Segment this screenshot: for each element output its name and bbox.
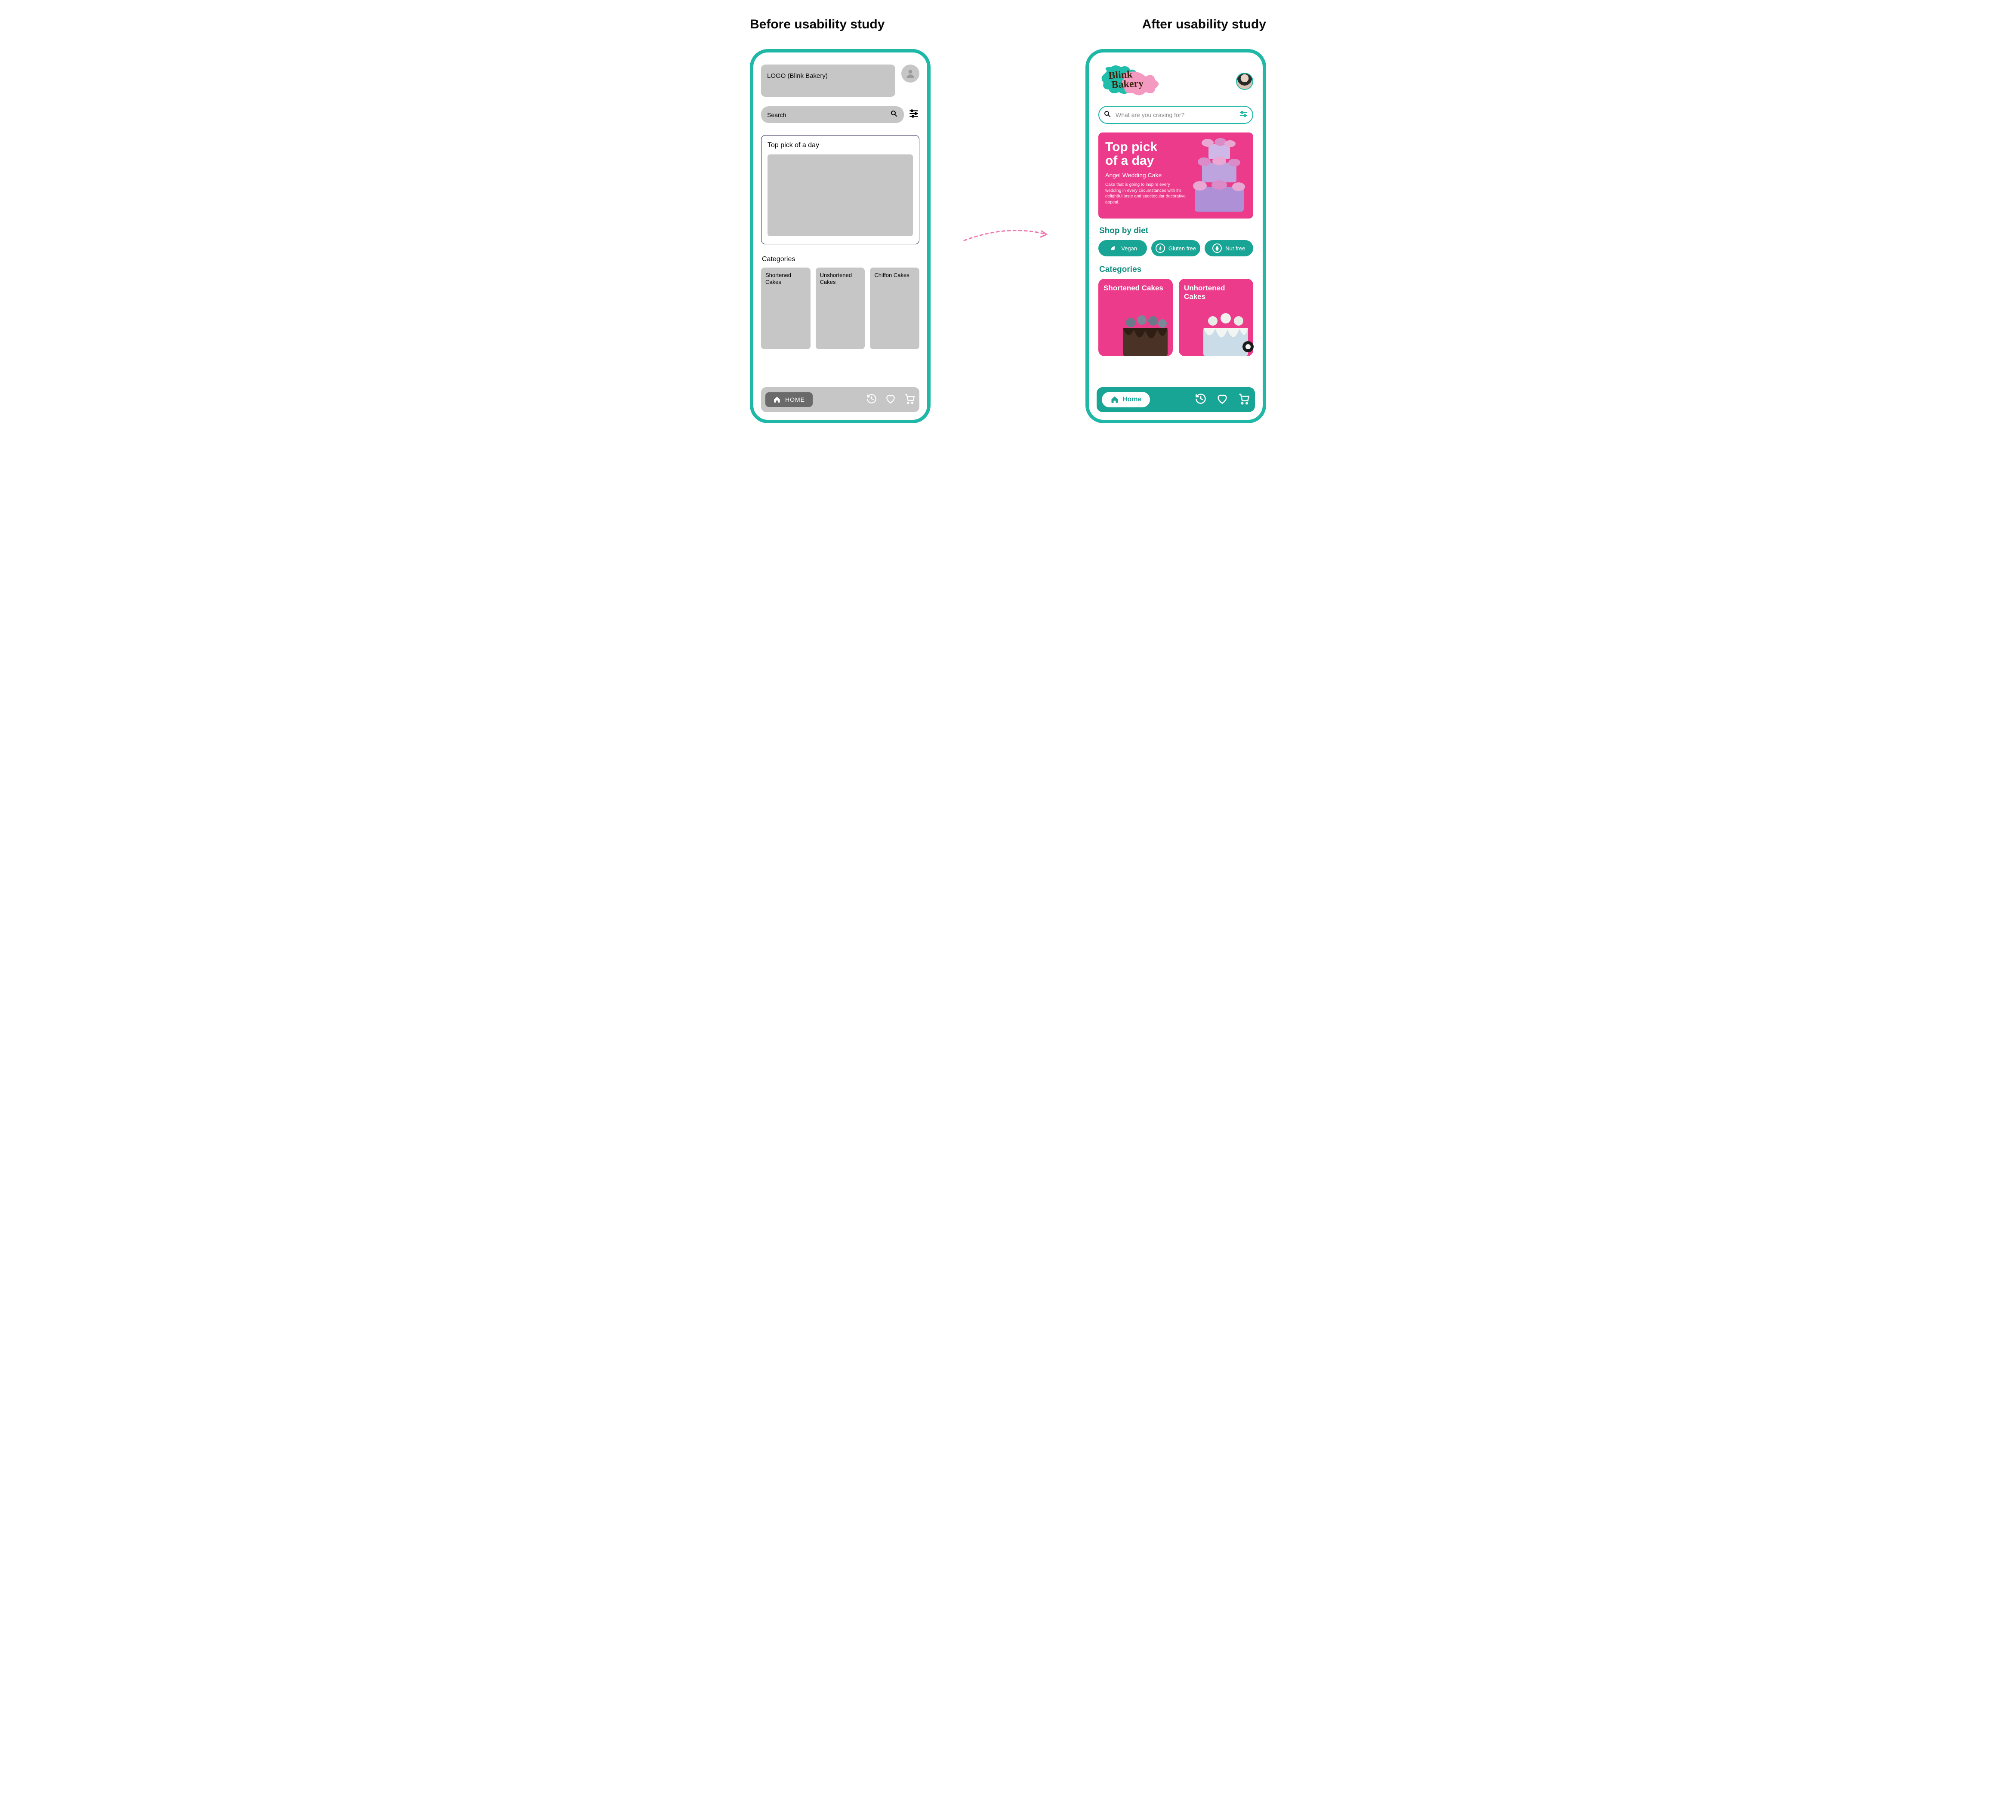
category-card[interactable]: Unhortened Cakes [1179,279,1253,356]
avatar-icon[interactable] [901,65,919,83]
search-input[interactable]: Search [761,106,904,123]
category-card[interactable]: Shortened Cakes [761,268,811,349]
diet-pill-nutfree[interactable]: Nut free [1205,240,1253,256]
heart-icon[interactable] [1216,393,1228,407]
heading-after: After usability study [1142,17,1266,32]
search-placeholder: What are you craving for? [1116,111,1230,118]
categories-heading: Categories [762,256,919,263]
transition-arrow-icon [961,222,1055,250]
hero-description: Cake that is going to inspire every wedd… [1105,182,1187,205]
logo-placeholder: LOGO (Blink Bakery) [761,65,895,97]
filter-icon[interactable] [908,108,919,121]
category-title: Shortened Cakes [1104,284,1168,293]
history-icon[interactable] [1195,393,1207,407]
cream-cake-icon [1196,304,1256,360]
categories-heading: Categories [1099,265,1252,274]
nav-home-button[interactable]: Home [1102,392,1150,407]
top-pick-title: Top pick of a day [768,142,913,149]
search-placeholder: Search [767,111,786,118]
nut-icon [1212,243,1222,253]
top-pick-card[interactable]: Top pickof a day Angel Wedding Cake Cake… [1098,132,1253,219]
history-icon[interactable] [866,393,877,406]
wheat-icon [1156,243,1165,253]
diet-pill-glutenfree[interactable]: Gluten free [1151,240,1200,256]
phone-before: LOGO (Blink Bakery) Search Top pick of a [750,49,931,423]
category-card[interactable]: Shortened Cakes [1098,279,1173,356]
category-card[interactable]: Chiffon Cakes [870,268,919,349]
search-input[interactable]: What are you craving for? [1098,106,1253,124]
bottom-nav: HOME [761,387,919,412]
phone-after: Blink Bakery What are you craving for? [1085,49,1266,423]
diet-heading: Shop by diet [1099,226,1252,236]
brand-logo[interactable]: Blink Bakery [1098,65,1163,98]
avatar[interactable] [1236,73,1253,90]
heart-icon[interactable] [885,393,896,406]
leaf-icon [1108,243,1118,253]
heading-before: Before usability study [750,17,885,32]
chocolate-cake-icon [1115,304,1175,360]
top-pick-card[interactable]: Top pick of a day [761,135,919,244]
search-icon [1104,110,1111,120]
filter-icon[interactable] [1239,109,1248,121]
top-pick-image-placeholder [768,154,913,236]
diet-pill-vegan[interactable]: Vegan [1098,240,1147,256]
wedding-cake-icon [1187,136,1252,215]
cart-icon[interactable] [904,393,915,406]
nav-home-button[interactable]: HOME [765,392,813,407]
bottom-nav: Home [1097,387,1255,412]
search-icon [890,110,898,120]
category-title: Unhortened Cakes [1184,284,1248,301]
cart-icon[interactable] [1238,393,1250,407]
category-card[interactable]: Unshortened Cakes [816,268,865,349]
